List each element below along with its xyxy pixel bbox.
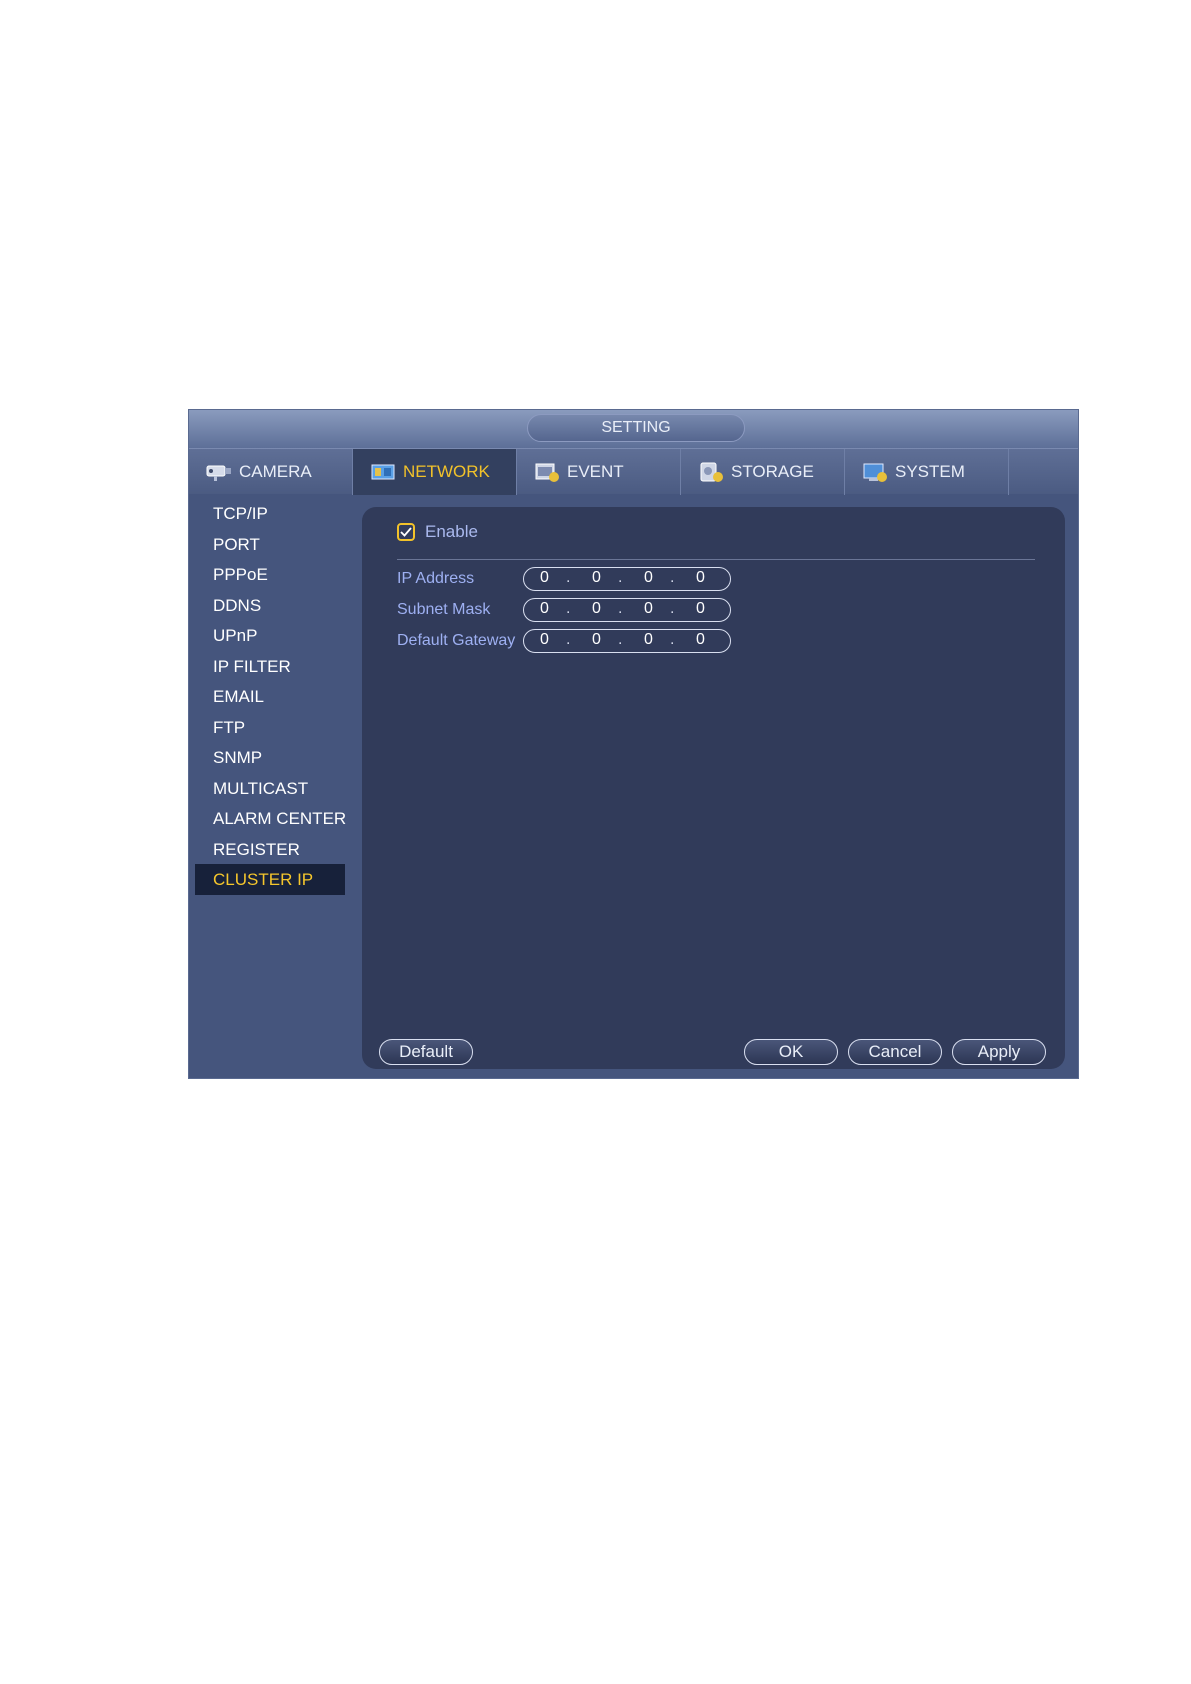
sidebar-item-alarm-center[interactable]: ALARM CENTER bbox=[195, 803, 346, 834]
event-icon bbox=[533, 460, 561, 484]
title-bar: SETTING bbox=[189, 410, 1078, 448]
subnet-mask-row: Subnet Mask 0 . 0 . 0 . 0 bbox=[397, 598, 731, 622]
default-gateway-row: Default Gateway 0 . 0 . 0 . 0 bbox=[397, 629, 731, 653]
octet-1[interactable]: 0 bbox=[540, 569, 549, 587]
sidebar-item-port[interactable]: PORT bbox=[195, 529, 345, 560]
octet-4[interactable]: 0 bbox=[696, 569, 705, 587]
subnet-mask-label: Subnet Mask bbox=[397, 601, 491, 618]
cluster-ip-panel: Enable IP Address 0 . 0 . 0 . 0 Subnet M… bbox=[362, 507, 1065, 1069]
octet-3[interactable]: 0 bbox=[644, 600, 653, 618]
octet-1[interactable]: 0 bbox=[540, 631, 549, 649]
sidebar-item-multicast[interactable]: MULTICAST bbox=[195, 773, 345, 804]
sidebar-item-ftp[interactable]: FTP bbox=[195, 712, 345, 743]
tab-system[interactable]: SYSTEM bbox=[845, 449, 1009, 495]
default-button[interactable]: Default bbox=[379, 1039, 473, 1065]
sidebar-item-ip-filter[interactable]: IP FILTER bbox=[195, 651, 345, 682]
ip-address-input[interactable]: 0 . 0 . 0 . 0 bbox=[523, 567, 731, 591]
tab-camera[interactable]: CAMERA bbox=[189, 449, 353, 495]
network-sidebar: TCP/IP PORT PPPoE DDNS UPnP IP FILTER EM… bbox=[189, 494, 351, 1078]
octet-dot: . bbox=[670, 631, 675, 648]
default-gateway-input[interactable]: 0 . 0 . 0 . 0 bbox=[523, 629, 731, 653]
octet-dot: . bbox=[566, 631, 571, 648]
octet-dot: . bbox=[618, 600, 623, 617]
sidebar-item-pppoe[interactable]: PPPoE bbox=[195, 559, 345, 590]
enable-label: Enable bbox=[425, 522, 478, 541]
sidebar-item-cluster-ip[interactable]: CLUSTER IP bbox=[195, 864, 345, 895]
apply-button[interactable]: Apply bbox=[952, 1039, 1046, 1065]
octet-2[interactable]: 0 bbox=[592, 569, 601, 587]
octet-dot: . bbox=[566, 569, 571, 586]
default-gateway-label: Default Gateway bbox=[397, 632, 516, 649]
ok-button[interactable]: OK bbox=[744, 1039, 838, 1065]
octet-4[interactable]: 0 bbox=[696, 600, 705, 618]
sidebar-item-snmp[interactable]: SNMP bbox=[195, 742, 345, 773]
system-icon bbox=[861, 460, 889, 484]
ip-address-label: IP Address bbox=[397, 570, 475, 587]
octet-3[interactable]: 0 bbox=[644, 569, 653, 587]
sidebar-item-register[interactable]: REGISTER bbox=[195, 834, 345, 865]
octet-dot: . bbox=[670, 569, 675, 586]
divider bbox=[397, 559, 1035, 560]
main-tab-bar: CAMERA NETWORK EVENT STORAGE SYSTEM bbox=[189, 448, 1078, 495]
enable-checkbox[interactable] bbox=[397, 523, 415, 541]
octet-dot: . bbox=[670, 600, 675, 617]
tab-label: CAMERA bbox=[239, 462, 312, 481]
sidebar-item-upnp[interactable]: UPnP bbox=[195, 620, 345, 651]
octet-2[interactable]: 0 bbox=[592, 600, 601, 618]
octet-dot: . bbox=[566, 600, 571, 617]
tab-label: SYSTEM bbox=[895, 462, 965, 481]
enable-row: Enable bbox=[397, 521, 478, 543]
octet-dot: . bbox=[618, 569, 623, 586]
ip-address-row: IP Address 0 . 0 . 0 . 0 bbox=[397, 567, 731, 591]
cancel-button[interactable]: Cancel bbox=[848, 1039, 942, 1065]
window-title: SETTING bbox=[527, 414, 745, 442]
tab-label: STORAGE bbox=[731, 462, 814, 481]
sidebar-item-ddns[interactable]: DDNS bbox=[195, 590, 345, 621]
tab-network[interactable]: NETWORK bbox=[353, 449, 517, 495]
octet-1[interactable]: 0 bbox=[540, 600, 549, 618]
camera-icon bbox=[205, 460, 233, 484]
sidebar-item-email[interactable]: EMAIL bbox=[195, 681, 345, 712]
octet-dot: . bbox=[618, 631, 623, 648]
tab-label: EVENT bbox=[567, 462, 624, 481]
network-icon bbox=[369, 460, 397, 484]
octet-3[interactable]: 0 bbox=[644, 631, 653, 649]
sidebar-item-tcp-ip[interactable]: TCP/IP bbox=[195, 498, 345, 529]
tab-storage[interactable]: STORAGE bbox=[681, 449, 845, 495]
subnet-mask-input[interactable]: 0 . 0 . 0 . 0 bbox=[523, 598, 731, 622]
tab-label: NETWORK bbox=[403, 462, 490, 481]
storage-icon bbox=[697, 460, 725, 484]
check-icon bbox=[400, 527, 412, 537]
settings-window: SETTING CAMERA NETWORK EVENT STORAGE SYS… bbox=[188, 409, 1079, 1079]
tab-event[interactable]: EVENT bbox=[517, 449, 681, 495]
octet-4[interactable]: 0 bbox=[696, 631, 705, 649]
octet-2[interactable]: 0 bbox=[592, 631, 601, 649]
